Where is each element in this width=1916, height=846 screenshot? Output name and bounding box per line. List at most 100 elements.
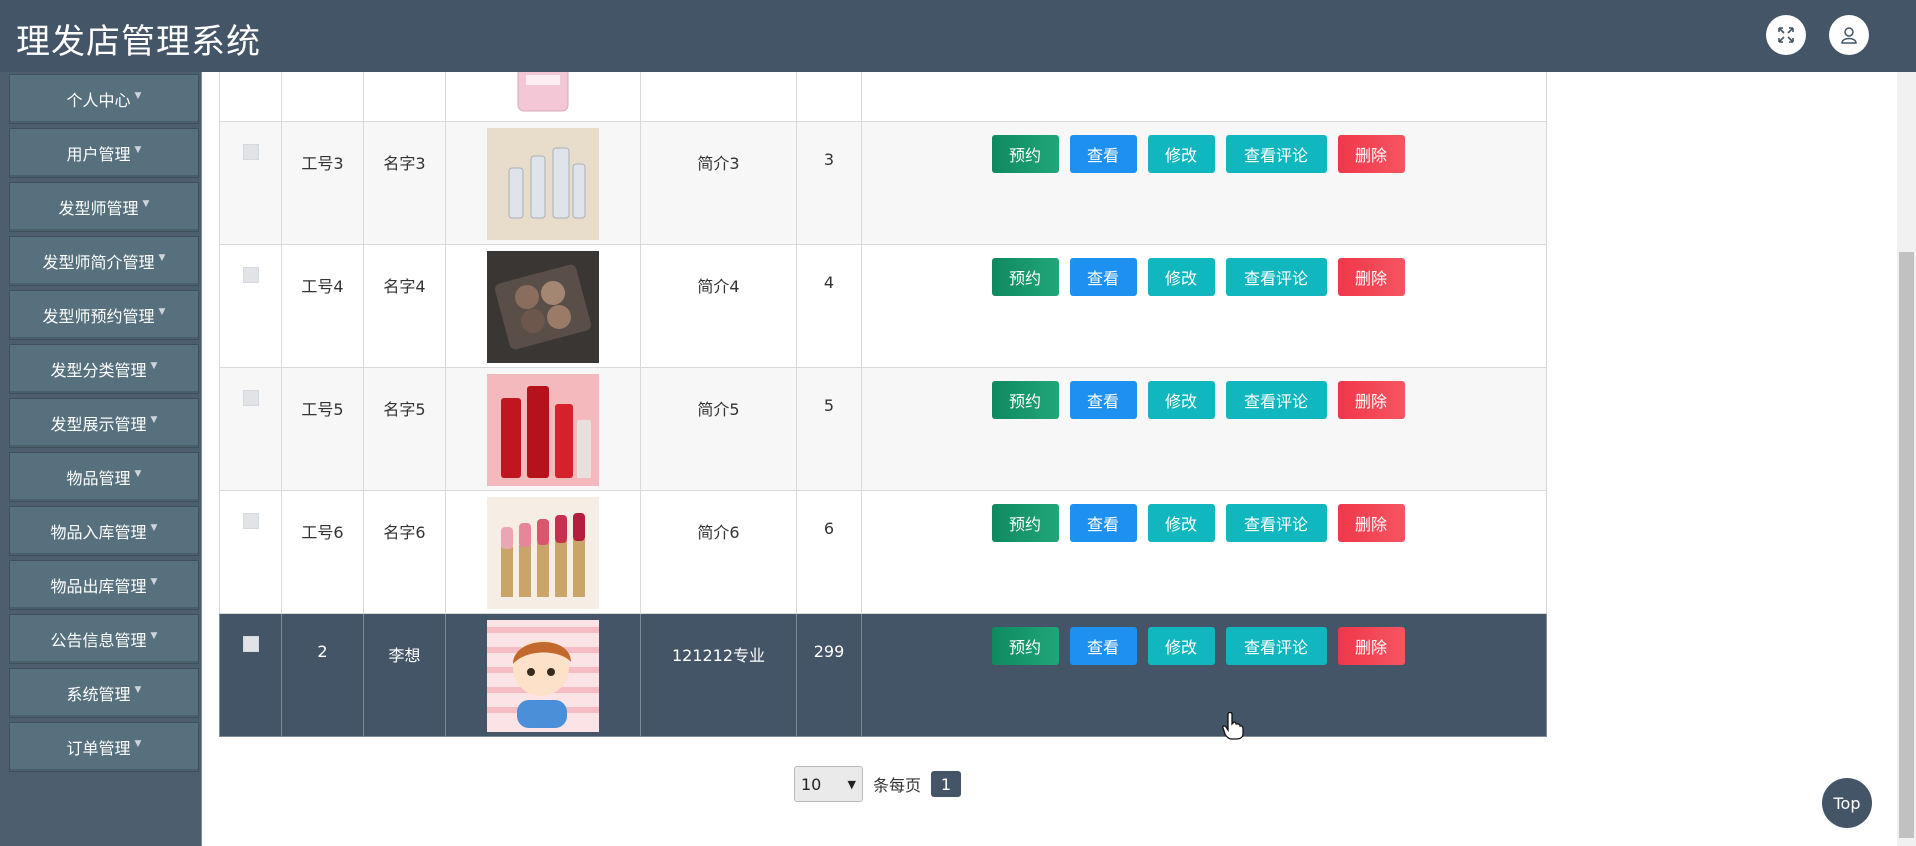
edit-button[interactable]: 修改 <box>1147 504 1215 542</box>
table-cell <box>445 613 641 737</box>
sidebar-item-label: 系统管理 <box>66 685 131 704</box>
sidebar-item-label: 物品出库管理 <box>50 577 147 596</box>
view-button[interactable]: 查看 <box>1069 627 1137 665</box>
actions-cell: 预约 查看 修改 查看评论 删除 <box>861 490 1547 614</box>
expand-icon <box>1778 27 1794 43</box>
dropdown-arrow-icon: ▼ <box>847 777 856 791</box>
table-cell: 2 <box>281 613 364 737</box>
sidebar-item-hairstyle-category-management[interactable]: 发型分类管理 ▼ <box>9 344 199 394</box>
row-checkbox[interactable] <box>242 390 259 406</box>
view-comments-button[interactable]: 查看评论 <box>1225 135 1327 173</box>
table-cell: 名字5 <box>363 367 446 491</box>
back-to-top-button[interactable]: Top <box>1822 778 1872 828</box>
caret-down-icon: ▼ <box>134 739 142 749</box>
delete-button[interactable]: 删除 <box>1337 504 1405 542</box>
sidebar-item-label: 订单管理 <box>66 739 131 758</box>
table-row[interactable]: 工号3 名字3 简介3 3 预约 查看 修改 查看评论 删除 <box>219 121 1547 245</box>
edit-button[interactable]: 修改 <box>1147 135 1215 173</box>
view-comments-button[interactable]: 查看评论 <box>1225 504 1327 542</box>
intro-text: 简介5 <box>697 400 740 419</box>
view-comments-button[interactable]: 查看评论 <box>1225 381 1327 419</box>
user-menu-button[interactable] <box>1829 15 1869 55</box>
sidebar-item-goods-outbound-management[interactable]: 物品出库管理 ▼ <box>9 560 199 610</box>
caret-down-icon: ▼ <box>150 415 158 425</box>
table-cell: 简介3 <box>640 121 797 245</box>
delete-button[interactable]: 删除 <box>1337 258 1405 296</box>
staff-id: 工号3 <box>301 154 344 173</box>
caret-down-icon: ▼ <box>134 145 142 155</box>
caret-down-icon: ▼ <box>158 253 166 263</box>
book-button[interactable]: 预约 <box>991 135 1059 173</box>
row-checkbox[interactable] <box>242 513 259 529</box>
pagination: 10 ▼ 条每页 1 <box>794 766 962 802</box>
book-button[interactable]: 预约 <box>991 258 1059 296</box>
book-button[interactable]: 预约 <box>991 504 1059 542</box>
sidebar-item-label: 发型师预约管理 <box>42 307 155 326</box>
staff-id: 工号6 <box>301 523 344 542</box>
sidebar-item-system-management[interactable]: 系统管理 ▼ <box>9 668 199 718</box>
sidebar-item-goods-inbound-management[interactable]: 物品入库管理 ▼ <box>9 506 199 556</box>
table-cell <box>640 72 797 122</box>
caret-down-icon: ▼ <box>150 577 158 587</box>
view-comments-button[interactable]: 查看评论 <box>1225 258 1327 296</box>
sidebar-item-label: 发型展示管理 <box>50 415 147 434</box>
fullscreen-button[interactable] <box>1766 15 1806 55</box>
sidebar-item-label: 发型师简介管理 <box>42 253 155 272</box>
sidebar-item-notice-management[interactable]: 公告信息管理 ▼ <box>9 614 199 664</box>
sidebar-item-stylist-booking-management[interactable]: 发型师预约管理 ▼ <box>9 290 199 340</box>
delete-button[interactable]: 删除 <box>1337 627 1405 665</box>
sidebar-item-user-management[interactable]: 用户管理 ▼ <box>9 128 199 178</box>
sidebar: 个人中心 ▼ 用户管理 ▼ 发型师管理 ▼ 发型师简介管理 ▼ 发型师预约管理 ▼ 发型分… <box>0 72 202 846</box>
page-size-select[interactable]: 10 ▼ <box>794 766 863 802</box>
sidebar-item-label: 个人中心 <box>66 91 131 110</box>
table-cell <box>861 72 1547 122</box>
row-checkbox[interactable] <box>242 636 259 652</box>
book-button[interactable]: 预约 <box>991 627 1059 665</box>
sidebar-item-label: 物品管理 <box>66 469 131 488</box>
book-button[interactable]: 预约 <box>991 381 1059 419</box>
per-page-label: 条每页 <box>873 776 922 795</box>
intro-text: 121212专业 <box>671 646 766 665</box>
main-content: 工号3 名字3 简介3 3 预约 查看 修改 查看评论 删除 工号4 名字4 简… <box>202 72 1897 846</box>
intro-text: 简介3 <box>697 154 740 173</box>
table-cell <box>445 244 641 368</box>
table-row[interactable]: 工号5 名字5 简介5 5 预约 查看 修改 查看评论 删除 <box>219 367 1547 491</box>
app-title: 理发店管理系统 <box>16 22 261 62</box>
edit-button[interactable]: 修改 <box>1147 627 1215 665</box>
edit-button[interactable]: 修改 <box>1147 381 1215 419</box>
delete-button[interactable]: 删除 <box>1337 381 1405 419</box>
sidebar-item-hairstyle-display-management[interactable]: 发型展示管理 ▼ <box>9 398 199 448</box>
sidebar-item-label: 用户管理 <box>66 145 131 164</box>
caret-down-icon: ▼ <box>142 199 150 209</box>
table-cell: 名字6 <box>363 490 446 614</box>
view-button[interactable]: 查看 <box>1069 258 1137 296</box>
sidebar-item-stylist-management[interactable]: 发型师管理 ▼ <box>9 182 199 232</box>
view-button[interactable]: 查看 <box>1069 381 1137 419</box>
current-page-button[interactable]: 1 <box>931 771 962 797</box>
row-select-cell <box>219 490 282 614</box>
sidebar-item-stylist-intro-management[interactable]: 发型师简介管理 ▼ <box>9 236 199 286</box>
vertical-scrollbar[interactable] <box>1897 72 1916 846</box>
table-cell: 121212专业 <box>640 613 797 737</box>
intro-text: 简介4 <box>697 277 740 296</box>
sidebar-item-order-management[interactable]: 订单管理 ▼ <box>9 722 199 772</box>
caret-down-icon: ▼ <box>150 631 158 641</box>
view-button[interactable]: 查看 <box>1069 135 1137 173</box>
delete-button[interactable]: 删除 <box>1337 135 1405 173</box>
table-row[interactable]: 工号4 名字4 简介4 4 预约 查看 修改 查看评论 删除 <box>219 244 1547 368</box>
view-button[interactable]: 查看 <box>1069 504 1137 542</box>
table-cell: 工号5 <box>281 367 364 491</box>
row-checkbox[interactable] <box>242 144 259 160</box>
sidebar-item-goods-management[interactable]: 物品管理 ▼ <box>9 452 199 502</box>
actions-cell: 预约 查看 修改 查看评论 删除 <box>861 367 1547 491</box>
view-comments-button[interactable]: 查看评论 <box>1225 627 1327 665</box>
edit-button[interactable]: 修改 <box>1147 258 1215 296</box>
scrollbar-thumb[interactable] <box>1899 252 1914 838</box>
row-checkbox[interactable] <box>242 267 259 283</box>
table-cell <box>445 121 641 245</box>
table-row-selected[interactable]: 2 李想 121212专业 299 预约 查看 修改 查看评论 删除 <box>219 613 1547 737</box>
sidebar-item-label: 发型师管理 <box>58 199 139 218</box>
table-row[interactable]: 工号6 名字6 简介6 6 预约 查看 修改 查看评论 删除 <box>219 490 1547 614</box>
table-cell <box>445 367 641 491</box>
sidebar-item-personal-center[interactable]: 个人中心 ▼ <box>9 74 199 124</box>
